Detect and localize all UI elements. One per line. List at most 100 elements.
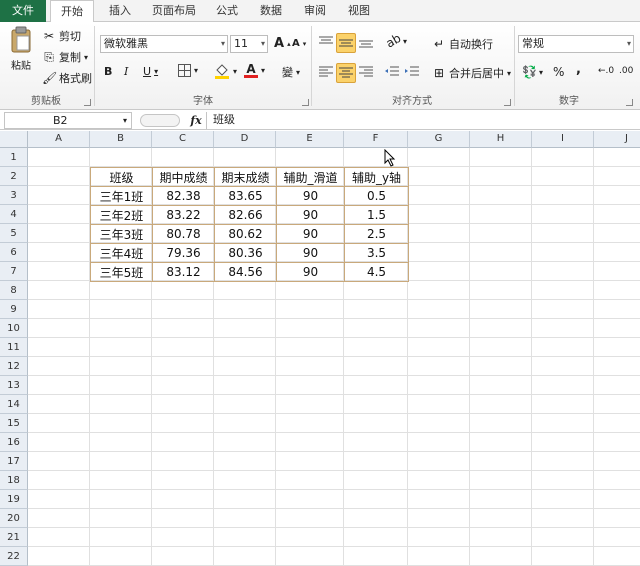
row-header[interactable]: 20	[0, 509, 28, 528]
font-launcher-icon[interactable]	[302, 99, 309, 106]
table-cell[interactable]: 90	[276, 243, 345, 263]
table-cell[interactable]: 三年4班	[90, 243, 153, 263]
underline-button[interactable]: U ▾	[143, 65, 158, 78]
increase-indent-button[interactable]	[404, 64, 420, 80]
formula-input[interactable]: 班级	[206, 112, 640, 129]
align-middle-button[interactable]	[336, 33, 356, 53]
tab-data[interactable]: 数据	[254, 0, 288, 22]
table-cell[interactable]: 三年1班	[90, 186, 153, 206]
phonetic-button[interactable]: 變 ▾	[282, 64, 300, 80]
alignment-launcher-icon[interactable]	[504, 99, 511, 106]
column-header[interactable]: E	[276, 131, 344, 148]
row-header[interactable]: 1	[0, 148, 28, 167]
font-color-button[interactable]: A ▾	[244, 63, 265, 78]
grow-font-button[interactable]: A ▴	[274, 36, 291, 51]
column-header[interactable]: G	[408, 131, 470, 148]
table-cell[interactable]: 三年3班	[90, 224, 153, 244]
table-cell[interactable]: 三年2班	[90, 205, 153, 225]
copy-button[interactable]: ⎘ 复制 ▾	[42, 49, 88, 65]
table-cell[interactable]: 0.5	[344, 186, 409, 206]
row-header[interactable]: 22	[0, 547, 28, 566]
header-cell[interactable]: 班级	[90, 167, 153, 187]
number-launcher-icon[interactable]	[626, 99, 633, 106]
row-header[interactable]: 3	[0, 186, 28, 205]
column-header[interactable]: I	[532, 131, 594, 148]
percent-button[interactable]: %	[553, 65, 564, 79]
tab-review[interactable]: 审阅	[298, 0, 332, 22]
align-left-button[interactable]	[318, 64, 334, 80]
header-cell[interactable]: 辅助_y轴	[344, 167, 409, 187]
format-painter-button[interactable]: 🖌 格式刷	[42, 70, 92, 86]
row-header[interactable]: 18	[0, 471, 28, 490]
column-header[interactable]: H	[470, 131, 532, 148]
bold-button[interactable]: B	[104, 65, 112, 78]
table-cell[interactable]: 80.62	[214, 224, 277, 244]
row-header[interactable]: 19	[0, 490, 28, 509]
row-header[interactable]: 10	[0, 319, 28, 338]
table-cell[interactable]: 4.5	[344, 262, 409, 282]
table-cell[interactable]: 三年5班	[90, 262, 153, 282]
cut-button[interactable]: ✂ 剪切	[42, 28, 81, 44]
table-cell[interactable]: 90	[276, 186, 345, 206]
row-header[interactable]: 9	[0, 300, 28, 319]
increase-decimal-button[interactable]: ←.0	[598, 66, 614, 76]
orientation-button[interactable]: ab ▾	[383, 31, 407, 51]
wrap-text-button[interactable]: ↵ 自动换行	[432, 36, 493, 52]
formula-bar-resize-handle[interactable]	[140, 114, 180, 127]
row-header[interactable]: 12	[0, 357, 28, 376]
table-cell[interactable]: 3.5	[344, 243, 409, 263]
table-cell[interactable]: 79.36	[152, 243, 215, 263]
table-cell[interactable]: 90	[276, 224, 345, 244]
header-cell[interactable]: 辅助_滑道	[276, 167, 345, 187]
comma-style-button[interactable]: ,	[576, 62, 581, 77]
italic-button[interactable]: I	[124, 65, 128, 78]
table-cell[interactable]: 80.78	[152, 224, 215, 244]
column-header[interactable]: A	[28, 131, 90, 148]
column-header[interactable]: B	[90, 131, 152, 148]
tab-file[interactable]: 文件	[0, 0, 46, 22]
column-header[interactable]: D	[214, 131, 276, 148]
borders-button[interactable]: ▾	[178, 64, 198, 77]
tab-formulas[interactable]: 公式	[210, 0, 244, 22]
font-size-select[interactable]: 11 ▾	[230, 35, 268, 53]
row-header[interactable]: 11	[0, 338, 28, 357]
table-cell[interactable]: 90	[276, 205, 345, 225]
align-top-button[interactable]	[318, 34, 334, 50]
tab-insert[interactable]: 插入	[104, 0, 136, 22]
row-header[interactable]: 13	[0, 376, 28, 395]
table-cell[interactable]: 82.38	[152, 186, 215, 206]
table-cell[interactable]: 82.66	[214, 205, 277, 225]
table-cell[interactable]: 80.36	[214, 243, 277, 263]
header-cell[interactable]: 期末成绩	[214, 167, 277, 187]
shrink-font-button[interactable]: A ▾	[292, 38, 306, 49]
column-header[interactable]: J	[594, 131, 640, 148]
table-cell[interactable]: 83.22	[152, 205, 215, 225]
select-all-corner[interactable]	[0, 131, 28, 148]
align-center-button[interactable]	[336, 63, 356, 83]
fill-color-button[interactable]: ▾	[214, 63, 237, 79]
table-cell[interactable]: 2.5	[344, 224, 409, 244]
number-format-select[interactable]: 常规 ▾	[518, 35, 634, 53]
tab-view[interactable]: 视图	[342, 0, 376, 22]
font-name-select[interactable]: 微软雅黑 ▾	[100, 35, 228, 53]
table-cell[interactable]: 84.56	[214, 262, 277, 282]
row-header[interactable]: 7	[0, 262, 28, 281]
merge-center-button[interactable]: ⊞ 合并后居中 ▾	[432, 65, 511, 81]
tab-home[interactable]: 开始	[50, 0, 94, 23]
table-cell[interactable]: 83.65	[214, 186, 277, 206]
clipboard-launcher-icon[interactable]	[84, 99, 91, 106]
row-header[interactable]: 2	[0, 167, 28, 186]
name-box[interactable]: B2 ▾	[4, 112, 132, 129]
row-header[interactable]: 6	[0, 243, 28, 262]
align-right-button[interactable]	[358, 64, 374, 80]
row-header[interactable]: 21	[0, 528, 28, 547]
paste-button[interactable]: 粘贴	[6, 26, 36, 72]
align-bottom-button[interactable]	[358, 34, 374, 50]
insert-function-button[interactable]: fx	[186, 112, 206, 129]
row-header[interactable]: 4	[0, 205, 28, 224]
column-header[interactable]: C	[152, 131, 214, 148]
table-cell[interactable]: 83.12	[152, 262, 215, 282]
tab-page-layout[interactable]: 页面布局	[146, 0, 202, 22]
row-header[interactable]: 8	[0, 281, 28, 300]
row-header[interactable]: 16	[0, 433, 28, 452]
